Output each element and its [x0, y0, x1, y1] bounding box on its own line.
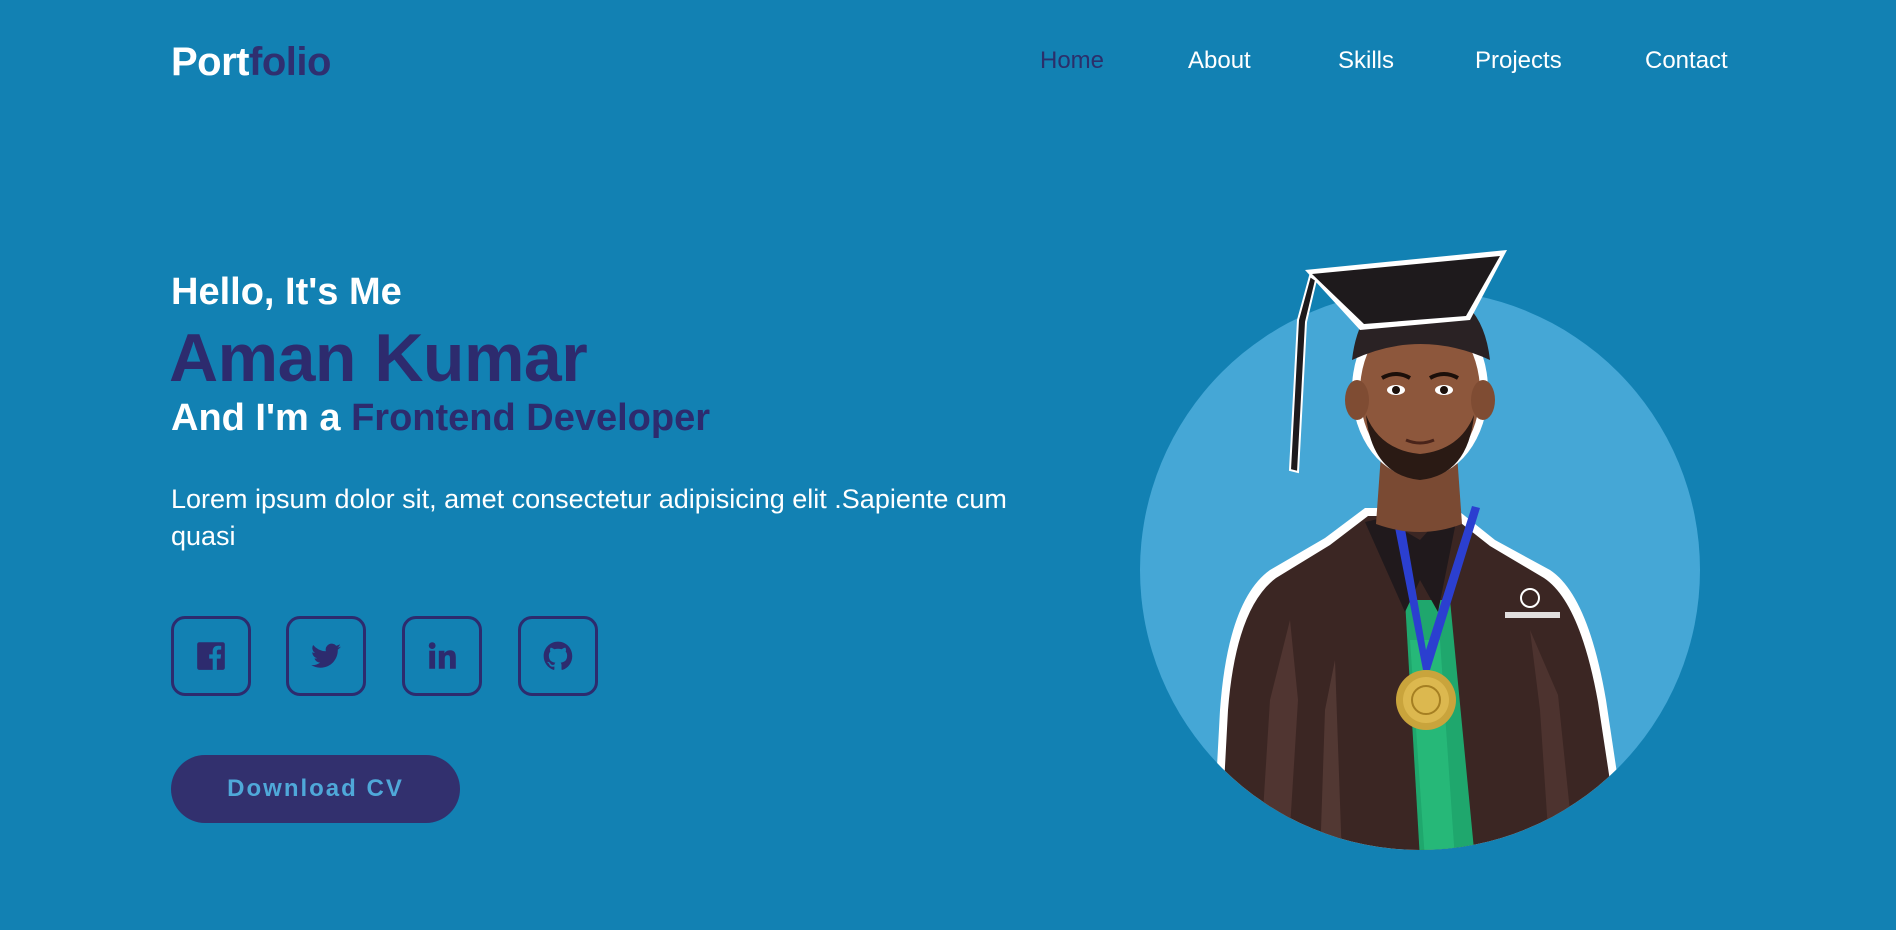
linkedin-link[interactable]	[402, 616, 482, 696]
download-cv-button[interactable]: Download CV	[171, 755, 460, 823]
site-header: Portfolio Home About Skills Projects Con…	[0, 0, 1896, 124]
github-link[interactable]	[518, 616, 598, 696]
hero-description: Lorem ipsum dolor sit, amet consectetur …	[171, 484, 1007, 551]
nav-contact[interactable]: Contact	[1645, 46, 1728, 76]
nav-skills[interactable]: Skills	[1338, 46, 1394, 76]
linkedin-icon	[428, 642, 456, 669]
twitter-icon	[311, 643, 341, 668]
facebook-link[interactable]	[171, 616, 251, 696]
facebook-icon	[197, 642, 225, 670]
name-heading: Aman Kumar	[169, 320, 588, 396]
logo-part-1: Port	[171, 40, 250, 84]
graduate-portrait-illustration	[1140, 250, 1700, 850]
twitter-link[interactable]	[286, 616, 366, 696]
nav-about[interactable]: About	[1188, 46, 1251, 76]
github-icon	[543, 641, 573, 670]
profile-photo	[1120, 240, 1720, 860]
nav-home[interactable]: Home	[1040, 46, 1104, 76]
logo-part-2: folio	[249, 40, 331, 84]
role-prefix: And I'm a	[171, 397, 352, 439]
role-text: Frontend Developer	[351, 397, 711, 439]
nav-projects[interactable]: Projects	[1475, 46, 1562, 76]
greeting-heading: Hello, It's Me	[171, 271, 402, 313]
logo[interactable]: Portfolio	[171, 36, 331, 88]
role-heading: And I'm a Frontend Developer	[171, 394, 710, 442]
